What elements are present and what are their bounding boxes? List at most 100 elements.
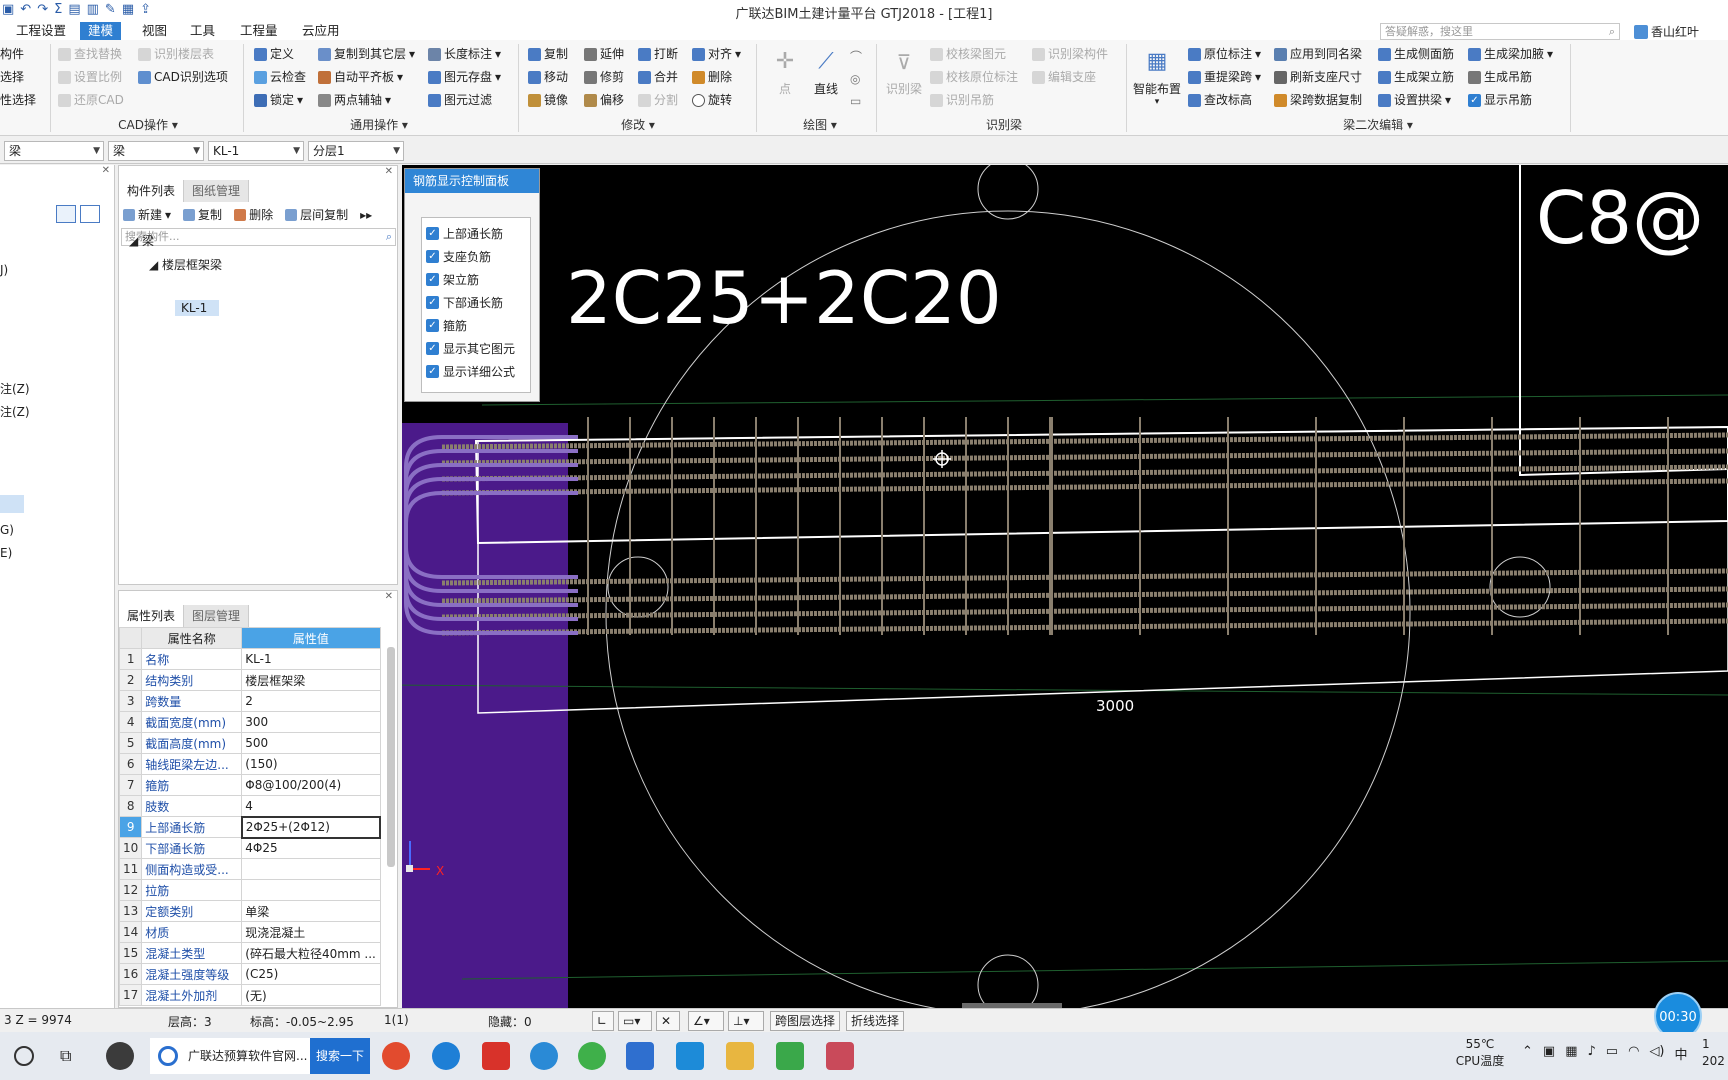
tab-component-list[interactable]: 构件列表 — [119, 180, 185, 202]
copy-to-other-floor-button[interactable]: 复制到其它层 ▾ — [318, 44, 415, 64]
nav-item-selected[interactable] — [0, 495, 24, 513]
longitudinal-rebar[interactable] — [441, 602, 1728, 620]
property-row[interactable]: 1 名称 KL-1 — [119, 648, 381, 670]
copy-button[interactable]: 复制 — [528, 44, 568, 64]
property-row[interactable]: 10 下部通长筋 4Φ25 — [119, 837, 381, 859]
more-icon[interactable]: ▸▸ — [360, 206, 372, 223]
floor-type-select[interactable]: 梁 ▼ — [4, 141, 104, 161]
tab-layer-management[interactable]: 图层管理 — [184, 605, 250, 627]
refresh-support-size-button[interactable]: 刷新支座尺寸 — [1274, 67, 1362, 87]
check-beam-elements-button[interactable]: 校核梁图元 — [930, 44, 1006, 64]
gtj-icon[interactable] — [676, 1042, 704, 1070]
set-scale-button[interactable]: 设置比例 — [58, 67, 122, 87]
property-row[interactable]: 16 混凝土强度等级 (C25) — [119, 963, 381, 985]
property-value[interactable]: KL-1 — [241, 648, 381, 670]
check-elevation-button[interactable]: 查改标高 — [1188, 90, 1252, 110]
property-value[interactable]: 300 — [241, 711, 381, 733]
property-value[interactable]: (C25) — [241, 963, 381, 985]
chevron-up-icon[interactable]: ⌃ — [1522, 1044, 1533, 1063]
align-button[interactable]: 对齐 ▾ — [692, 44, 741, 64]
close-icon[interactable]: ✕ — [102, 165, 110, 176]
property-row[interactable]: 11 侧面构造或受... — [119, 858, 381, 880]
nav-item[interactable]: J) — [0, 263, 8, 277]
property-row[interactable]: 15 混凝土类型 (碎石最大粒径40mm ... — [119, 942, 381, 964]
cad-options-button[interactable]: CAD识别选项 — [138, 67, 228, 87]
mirror-button[interactable]: 镜像 — [528, 90, 568, 110]
ie-icon[interactable] — [530, 1042, 558, 1070]
group-draw-label[interactable]: 绘图 ▾ — [770, 116, 870, 134]
clock[interactable]: 1 202 — [1702, 1036, 1725, 1070]
copy-component-button[interactable]: 复制 — [183, 206, 222, 223]
gen-haunch-button[interactable]: 生成梁加腋 ▾ — [1468, 44, 1553, 64]
element-filter-button[interactable]: 图元过滤 — [428, 90, 492, 110]
menu-tools[interactable]: 工具 — [182, 22, 223, 40]
recognize-beam-button[interactable]: ⊽ 识别梁 — [884, 44, 924, 97]
trim-button[interactable]: 修剪 — [584, 67, 624, 87]
longitudinal-rebar[interactable] — [441, 432, 1728, 450]
group-general-label[interactable]: 通用操作 ▾ — [254, 116, 504, 134]
property-value[interactable]: 4 — [241, 795, 381, 817]
taskbar-search-button[interactable]: 搜索一下 — [310, 1038, 370, 1074]
polyline-select-button[interactable]: 折线选择 — [846, 1011, 905, 1031]
property-row[interactable]: 6 轴线距梁左边... (150) — [119, 753, 381, 775]
close-icon[interactable]: ✕ — [385, 166, 393, 177]
battery-icon[interactable]: ▭ — [1606, 1044, 1618, 1063]
column-solid[interactable] — [402, 423, 568, 1008]
checkbox-bottom-continuous[interactable]: ✓ 下部通长筋 — [426, 294, 503, 311]
two-point-axis-button[interactable]: 两点辅轴 ▾ — [318, 90, 391, 110]
list-view-icon[interactable] — [56, 205, 76, 223]
property-value[interactable]: 500 — [241, 732, 381, 754]
longitudinal-rebar[interactable] — [441, 448, 1728, 466]
property-value[interactable]: 2Φ25+(2Φ12) — [240, 815, 382, 839]
in-situ-marking-button[interactable]: 原位标注 ▾ — [1188, 44, 1261, 64]
wifi-icon[interactable]: ◠ — [1628, 1044, 1639, 1063]
merge-button[interactable]: 合并 — [638, 67, 678, 87]
property-row[interactable]: 5 截面高度(mm) 500 — [119, 732, 381, 754]
property-value[interactable]: 2 — [241, 690, 381, 712]
tab-property-list[interactable]: 属性列表 — [119, 605, 185, 627]
app-icon[interactable] — [826, 1042, 854, 1070]
dimension-tool-icon[interactable]: ⊥▾ — [728, 1011, 764, 1031]
checkbox-stirrup[interactable]: ✓ 箍筋 — [426, 317, 467, 334]
network-icon[interactable]: ▦ — [1565, 1044, 1577, 1063]
layer-select[interactable]: 分层1 ▼ — [308, 141, 404, 161]
volume-icon[interactable]: ◁) — [1649, 1044, 1664, 1063]
check-original-marking-button[interactable]: 校核原位标注 — [930, 67, 1018, 87]
point-button[interactable]: ✛ 点 — [770, 44, 800, 97]
set-arch-beam-button[interactable]: 设置拱梁 ▾ — [1378, 90, 1451, 110]
property-value[interactable]: 现浇混凝土 — [241, 921, 381, 943]
property-value[interactable]: (碎石最大粒径40mm ... — [241, 942, 381, 964]
rotate-button[interactable]: 旋转 — [692, 90, 732, 110]
gen-hanger-button[interactable]: 生成吊筋 — [1468, 67, 1532, 87]
user-account[interactable]: 香山红叶 — [1634, 23, 1699, 40]
longitudinal-rebar[interactable] — [441, 568, 1728, 586]
extend-button[interactable]: 延伸 — [584, 44, 624, 64]
longitudinal-rebar[interactable] — [441, 586, 1728, 604]
skype-icon[interactable] — [432, 1042, 460, 1070]
property-value[interactable]: (150) — [241, 753, 381, 775]
tab-drawing-management[interactable]: 图纸管理 — [184, 180, 250, 202]
property-value[interactable]: 4Φ25 — [241, 837, 381, 859]
cross-layer-select-button[interactable]: 跨图层选择 — [770, 1011, 841, 1031]
auto-flush-slab-button[interactable]: 自动平齐板 ▾ — [318, 67, 403, 87]
find-replace-button[interactable]: 查找替换 — [58, 44, 122, 64]
notification-icon[interactable]: ♪ — [1588, 1044, 1596, 1063]
recognize-hanger-button[interactable]: 识别吊筋 — [930, 90, 994, 110]
close-icon[interactable]: ✕ — [385, 591, 393, 602]
longitudinal-rebar[interactable] — [441, 464, 1728, 482]
grip-circle[interactable] — [607, 556, 669, 618]
pdf-icon[interactable] — [776, 1042, 804, 1070]
menu-cloud[interactable]: 云应用 — [294, 22, 348, 40]
snap-icon[interactable]: ▭▾ — [618, 1011, 652, 1031]
property-row[interactable]: 2 结构类别 楼层框架梁 — [119, 669, 381, 691]
move-button[interactable]: 移动 — [528, 67, 568, 87]
ribbon-partial-1[interactable]: 构件 — [0, 44, 24, 64]
arc-icon[interactable]: ⌒ — [850, 46, 862, 68]
checkbox-show-formula[interactable]: ✓ 显示详细公式 — [426, 363, 515, 380]
nav-item[interactable]: 注(Z) — [0, 403, 30, 420]
show-hanger-checkbox[interactable]: ✓ 显示吊筋 — [1468, 90, 1532, 110]
checkbox-support-negative[interactable]: ✓ 支座负筋 — [426, 248, 491, 265]
menu-view[interactable]: 视图 — [134, 22, 175, 40]
property-value[interactable]: 单梁 — [241, 900, 381, 922]
property-row[interactable]: 9 上部通长筋 2Φ25+(2Φ12) — [119, 815, 382, 839]
